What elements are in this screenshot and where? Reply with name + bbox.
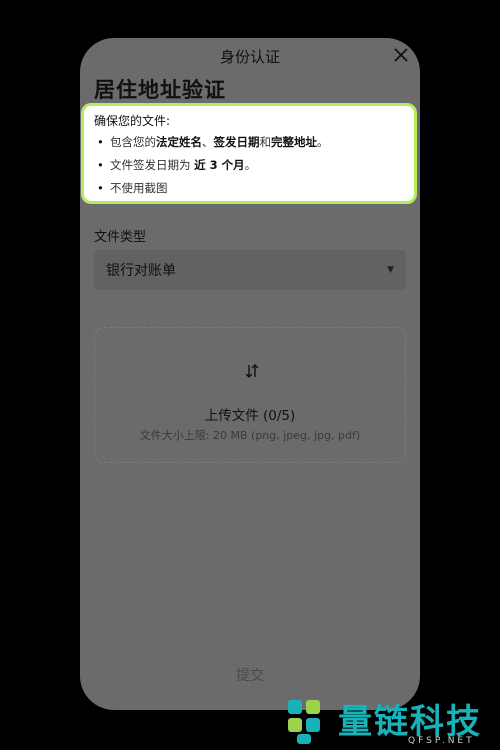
requirement-item: 包含您的法定姓名、签发日期和完整地址。 <box>94 135 404 149</box>
watermark-logo-icon <box>288 700 320 744</box>
watermark-site: QFSP.NET <box>408 736 475 746</box>
page-title: 居住地址验证 <box>94 78 226 102</box>
requirements-list: 包含您的法定姓名、签发日期和完整地址。 文件签发日期为 近 3 个月。 不使用截… <box>94 135 404 195</box>
requirements-card: 确保您的文件: 包含您的法定姓名、签发日期和完整地址。 文件签发日期为 近 3 … <box>81 103 417 204</box>
document-type-value: 银行对账单 <box>106 263 176 279</box>
close-button[interactable] <box>390 44 412 66</box>
caret-down-icon: ▼ <box>387 265 394 275</box>
verification-screen: 身份认证 居住地址验证 确保您的文件: 包含您的法定姓名、签发日期和完整地址。 … <box>80 38 420 710</box>
close-icon <box>394 48 408 62</box>
document-type-label: 文件类型 <box>94 230 147 245</box>
upload-arrows-icon <box>245 364 259 378</box>
requirement-item: 文件签发日期为 近 3 个月。 <box>94 158 404 172</box>
submit-button[interactable]: 提交 <box>80 665 420 685</box>
requirement-item: 不使用截图 <box>94 181 404 195</box>
upload-hint: 文件大小上限: 20 MB (png, jpeg, jpg, pdf) <box>139 429 361 442</box>
upload-dropzone[interactable]: 上传文件 (0/5) 文件大小上限: 20 MB (png, jpeg, jpg… <box>94 327 406 463</box>
watermark: 量链科技 QFSP.NET <box>280 692 500 750</box>
requirements-heading: 确保您的文件: <box>94 114 171 128</box>
header-title: 身份认证 <box>219 48 280 66</box>
document-type-select[interactable]: 银行对账单 ▼ <box>94 250 406 290</box>
upload-label: 上传文件 (0/5) <box>204 408 296 424</box>
